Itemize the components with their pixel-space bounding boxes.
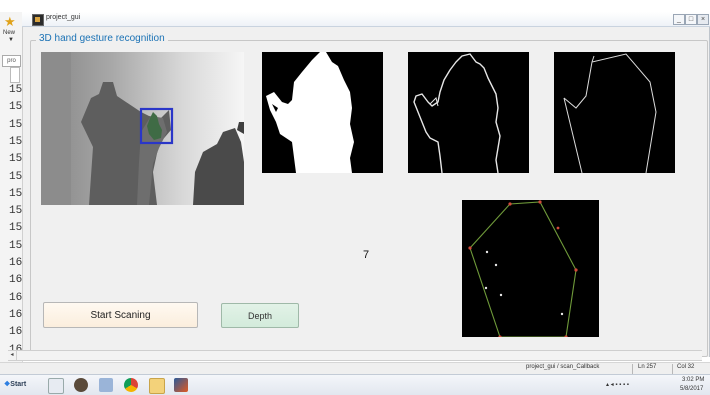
chrome-icon[interactable] xyxy=(124,378,138,392)
horizontal-scrollbar[interactable]: ◂ xyxy=(8,350,702,361)
convex-hull-image xyxy=(554,52,675,173)
hull-points-image xyxy=(462,200,599,337)
start-scanning-button[interactable]: Start Scaning xyxy=(43,302,198,328)
maximize-button[interactable]: □ xyxy=(685,14,697,25)
panel-title: 3D hand gesture recognition xyxy=(36,33,168,44)
status-divider xyxy=(632,364,633,374)
side-scrollbar[interactable] xyxy=(10,67,20,83)
gesture-count: 7 xyxy=(363,249,370,261)
new-label[interactable]: New xyxy=(3,30,15,36)
line-number: 16 xyxy=(9,308,23,321)
start-label: Start xyxy=(10,381,27,388)
system-tray[interactable]: ▴ ◂ ▪ ▪ ▪ ▪ xyxy=(606,381,629,388)
line-number: 15 xyxy=(9,101,23,114)
clock-time[interactable]: 3:02 PM xyxy=(682,377,704,383)
status-line: Ln 257 xyxy=(638,364,657,370)
status-function: project_gui / scan_Callback xyxy=(526,364,600,370)
folder-icon[interactable] xyxy=(149,378,165,394)
start-button[interactable]: ❖Start xyxy=(4,380,26,388)
line-number: 15 xyxy=(9,170,23,183)
status-divider xyxy=(672,364,673,374)
clock-date[interactable]: 5/8/2017 xyxy=(680,386,703,392)
media-player-icon[interactable] xyxy=(74,378,88,392)
close-button[interactable]: × xyxy=(697,14,709,25)
chevron-left-icon[interactable]: ◂ xyxy=(8,351,17,360)
editor-tab[interactable]: pro xyxy=(2,55,21,67)
line-number: 15 xyxy=(9,187,23,200)
line-number: 15 xyxy=(9,135,23,148)
line-number: 16 xyxy=(9,274,23,287)
status-column: Col 32 xyxy=(677,364,695,370)
depth-button[interactable]: Depth xyxy=(221,303,299,328)
hand-edge-image xyxy=(408,52,529,173)
chevron-down-icon[interactable]: ▼ xyxy=(8,37,14,43)
line-number: 16 xyxy=(9,257,23,269)
line-number: 15 xyxy=(9,118,23,131)
depth-image xyxy=(41,52,244,205)
line-number: 15 xyxy=(9,153,23,166)
taskbar: ❖Start ▴ ◂ ▪ ▪ ▪ ▪ 3:02 PM 5/8/2017 xyxy=(0,374,710,395)
star-icon[interactable]: ★ xyxy=(4,14,16,30)
folder-icon[interactable] xyxy=(48,378,64,394)
minimize-button[interactable]: _ xyxy=(673,14,685,25)
line-number: 16 xyxy=(9,291,23,304)
hand-mask-image xyxy=(262,52,383,173)
window-title: project_gui xyxy=(46,14,81,21)
line-number: 15 xyxy=(9,222,23,235)
line-number: 15 xyxy=(9,205,23,218)
line-number: 15 xyxy=(9,239,23,252)
title-bar[interactable]: project_gui _ □ × xyxy=(22,12,710,27)
matlab-icon[interactable] xyxy=(174,378,188,392)
line-number: 16 xyxy=(9,326,23,339)
explorer-icon[interactable] xyxy=(99,378,113,392)
app-icon xyxy=(32,14,44,26)
line-number: 15 xyxy=(9,84,23,96)
